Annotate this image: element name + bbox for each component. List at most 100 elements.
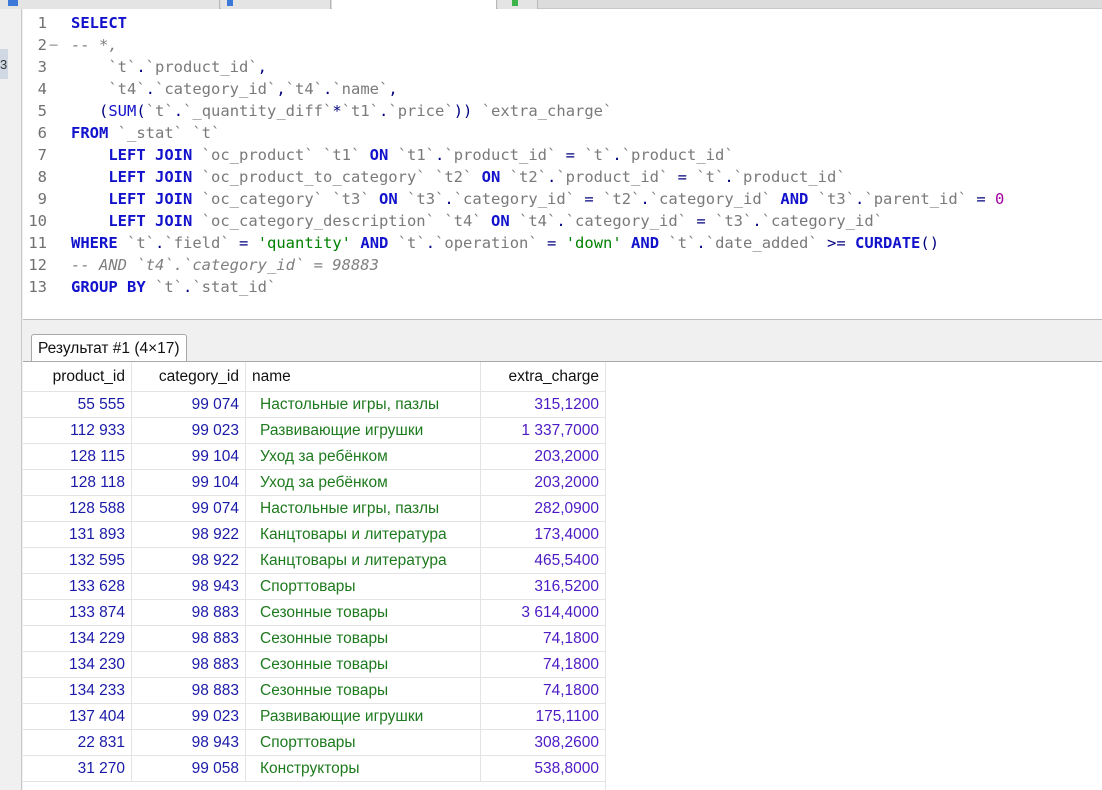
grid-cell-category-id[interactable]: 99 058 <box>132 756 246 782</box>
grid-cell-extra-charge[interactable]: 203,2000 <box>481 470 606 496</box>
grid-cell-name[interactable]: Развивающие игрушки <box>246 704 481 730</box>
grid-cell-category-id[interactable]: 98 883 <box>132 652 246 678</box>
grid-cell-extra-charge[interactable]: 538,8000 <box>481 756 606 782</box>
grid-cell-extra-charge[interactable]: 173,4000 <box>481 522 606 548</box>
grid-cell-product-id[interactable]: 128 588 <box>23 496 132 522</box>
query-tab[interactable] <box>0 0 220 9</box>
grid-cell-category-id[interactable]: 99 074 <box>132 392 246 418</box>
grid-cell-name[interactable]: Канцтовары и литература <box>246 548 481 574</box>
grid-cell-name[interactable]: Уход за ребёнком <box>246 470 481 496</box>
fold-marker[interactable]: − <box>47 34 71 56</box>
sql-token: . <box>183 278 193 296</box>
grid-cell-product-id[interactable]: 133 628 <box>23 574 132 600</box>
grid-cell-extra-charge[interactable]: 1 337,7000 <box>481 418 606 444</box>
grid-cell-product-id[interactable]: 55 555 <box>23 392 132 418</box>
grid-cell-category-id[interactable]: 99 023 <box>132 418 246 444</box>
grid-cell-name[interactable]: Сезонные товары <box>246 600 481 626</box>
database-tree-panel[interactable]: 3 <box>0 9 22 790</box>
grid-cell-extra-charge[interactable]: 175,1100 <box>481 704 606 730</box>
code-line[interactable]: 2− -- *, <box>23 34 118 56</box>
result-tab[interactable]: Результат #1 (4×17) <box>31 334 187 362</box>
code-line[interactable]: 5 (SUM(`t`.`_quantity_diff`*`t1`.`price`… <box>23 100 613 122</box>
sql-token: . <box>612 146 622 164</box>
grid-cell-name[interactable]: Канцтовары и литература <box>246 522 481 548</box>
grid-cell-name[interactable]: Спорттовары <box>246 574 481 600</box>
code-line[interactable]: 1 SELECT <box>23 12 127 34</box>
grid-cell-product-id[interactable]: 112 933 <box>23 418 132 444</box>
grid-cell-product-id[interactable]: 128 115 <box>23 444 132 470</box>
code-line[interactable]: 4 `t4`.`category_id`,`t4`.`name`, <box>23 78 398 100</box>
grid-cell-category-id[interactable]: 98 943 <box>132 730 246 756</box>
column-header-extra-charge[interactable]: extra_charge <box>481 362 606 392</box>
grid-cell-name[interactable]: Развивающие игрушки <box>246 418 481 444</box>
grid-cell-name[interactable]: Конструкторы <box>246 756 481 782</box>
sql-token: `t2` <box>434 168 473 186</box>
grid-cell-product-id[interactable]: 137 404 <box>23 704 132 730</box>
grid-cell-extra-charge[interactable]: 74,1800 <box>481 678 606 704</box>
grid-cell-extra-charge[interactable]: 465,5400 <box>481 548 606 574</box>
code-line[interactable]: 7 LEFT JOIN `oc_product` `t1` ON `t1`.`p… <box>23 144 734 166</box>
grid-cell-name[interactable]: Сезонные товары <box>246 652 481 678</box>
grid-cell-name[interactable]: Настольные игры, пазлы <box>246 392 481 418</box>
grid-cell-category-id[interactable]: 98 883 <box>132 600 246 626</box>
tree-item-fragment[interactable]: 3 <box>0 57 7 72</box>
grid-cell-extra-charge[interactable]: 282,0900 <box>481 496 606 522</box>
code-line[interactable]: 8 LEFT JOIN `oc_product_to_category` `t2… <box>23 166 846 188</box>
grid-cell-product-id[interactable]: 31 270 <box>23 756 132 782</box>
grid-cell-extra-charge[interactable]: 315,1200 <box>481 392 606 418</box>
grid-cell-extra-charge[interactable]: 203,2000 <box>481 444 606 470</box>
grid-cell-name[interactable]: Сезонные товары <box>246 626 481 652</box>
code-line[interactable]: 12 -- AND `t4`.`category_id` = 98883 <box>23 254 379 276</box>
grid-cell-category-id[interactable]: 99 074 <box>132 496 246 522</box>
code-line[interactable]: 13 GROUP BY `t`.`stat_id` <box>23 276 276 298</box>
column-header-category-id[interactable]: category_id <box>132 362 246 392</box>
grid-cell-category-id[interactable]: 98 883 <box>132 626 246 652</box>
grid-cell-extra-charge[interactable]: 308,2600 <box>481 730 606 756</box>
sql-token: = <box>575 190 604 208</box>
grid-cell-product-id[interactable]: 132 595 <box>23 548 132 574</box>
query-tab-active[interactable] <box>332 0 497 9</box>
sql-editor[interactable]: 1 SELECT 2− -- *, 3 `t`.`product_id`, 4 `t4`.… <box>23 9 1102 320</box>
sql-token: `t` <box>668 234 697 252</box>
grid-cell-extra-charge[interactable]: 3 614,4000 <box>481 600 606 626</box>
grid-cell-name[interactable]: Настольные игры, пазлы <box>246 496 481 522</box>
code-line[interactable]: 11 WHERE `t`.`field` = 'quantity' AND `t`… <box>23 232 939 254</box>
grid-cell-name[interactable]: Спорттовары <box>246 730 481 756</box>
grid-cell-name[interactable]: Сезонные товары <box>246 678 481 704</box>
grid-cell-product-id[interactable]: 22 831 <box>23 730 132 756</box>
grid-cell-extra-charge[interactable]: 74,1800 <box>481 652 606 678</box>
grid-cell-product-id[interactable]: 134 230 <box>23 652 132 678</box>
grid-cell-product-id[interactable]: 134 233 <box>23 678 132 704</box>
sql-token: `t` <box>584 146 613 164</box>
column-header-name[interactable]: name <box>246 362 481 392</box>
splitter[interactable] <box>23 320 1102 334</box>
query-tab[interactable] <box>221 0 331 9</box>
code-text: -- *, <box>71 34 118 56</box>
grid-cell-product-id[interactable]: 128 118 <box>23 470 132 496</box>
sql-token: `product_id` <box>444 146 557 164</box>
code-line[interactable]: 3 `t`.`product_id`, <box>23 56 267 78</box>
grid-cell-category-id[interactable]: 98 922 <box>132 522 246 548</box>
result-grid[interactable]: product_id category_id name extra_charge 55 … <box>23 362 1102 790</box>
code-line[interactable]: 9 LEFT JOIN `oc_category` `t3` ON `t3`.`… <box>23 188 1005 210</box>
grid-cell-product-id[interactable]: 133 874 <box>23 600 132 626</box>
grid-cell-product-id[interactable]: 134 229 <box>23 626 132 652</box>
code-line[interactable]: 10 LEFT JOIN `oc_category_description` `… <box>23 210 883 232</box>
grid-cell-extra-charge[interactable]: 74,1800 <box>481 626 606 652</box>
grid-cell-product-id[interactable]: 131 893 <box>23 522 132 548</box>
column-header-product-id[interactable]: product_id <box>23 362 132 392</box>
code-line[interactable]: 6 FROM `_stat` `t` <box>23 122 221 144</box>
grid-cell-name[interactable]: Уход за ребёнком <box>246 444 481 470</box>
grid-cell-category-id[interactable]: 99 023 <box>132 704 246 730</box>
grid-cell-category-id[interactable]: 98 922 <box>132 548 246 574</box>
grid-cell-category-id[interactable]: 99 104 <box>132 444 246 470</box>
sql-token: , <box>388 80 398 98</box>
grid-cell-category-id[interactable]: 98 883 <box>132 678 246 704</box>
grid-cell-category-id[interactable]: 99 104 <box>132 470 246 496</box>
grid-cell-extra-charge[interactable]: 316,5200 <box>481 574 606 600</box>
grid-cell-category-id[interactable]: 98 943 <box>132 574 246 600</box>
query-tab[interactable] <box>498 0 538 9</box>
